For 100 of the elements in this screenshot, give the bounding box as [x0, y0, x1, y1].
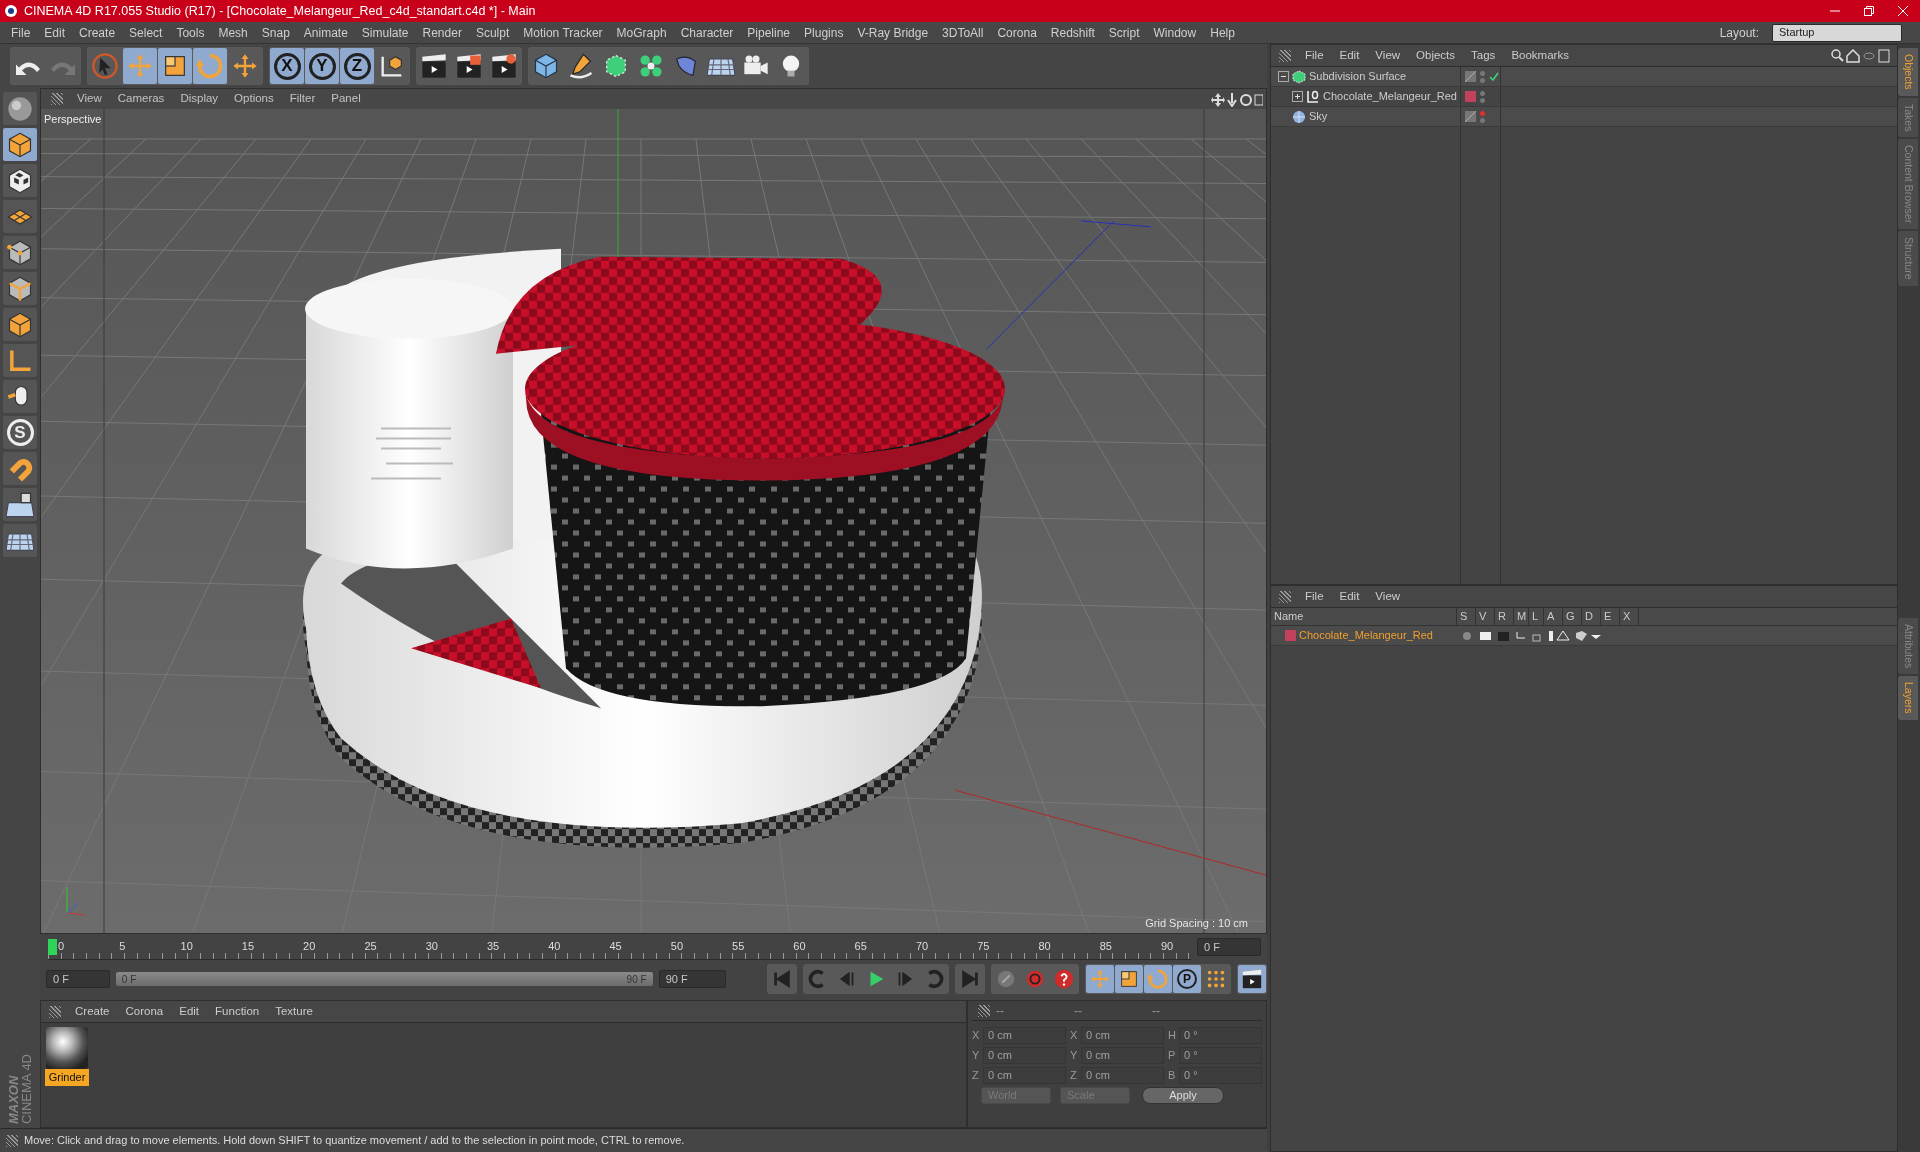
coordinate-field[interactable]: 0 °: [1179, 1067, 1262, 1084]
visibility-dots[interactable]: [1480, 110, 1485, 123]
menu-item[interactable]: Render: [415, 23, 469, 42]
viewport-menu-item[interactable]: Filter: [281, 90, 324, 108]
coordinate-field[interactable]: 0 cm: [983, 1067, 1066, 1084]
start-frame-field[interactable]: 0 F: [46, 970, 110, 988]
layer-menu-item[interactable]: File: [1297, 587, 1332, 606]
frame-ruler[interactable]: 0 5 10 15 20 25 30 35 40 45 50 55 60 65 70 75 80 85 90: [48, 938, 1191, 960]
layer-name[interactable]: Chocolate_Melangeur_Red: [1299, 627, 1433, 644]
lock-mode-button[interactable]: [3, 488, 37, 521]
view-navigation-icon[interactable]: [1211, 90, 1263, 108]
expand-toggle[interactable]: [1278, 71, 1289, 82]
menu-item[interactable]: Redshift: [1043, 23, 1102, 42]
scale-button[interactable]: [1115, 965, 1143, 993]
viewport-menu-item[interactable]: Cameras: [109, 90, 173, 108]
skip-end-icon: [959, 968, 981, 990]
axis-lock-button[interactable]: X: [270, 48, 304, 84]
menu-item[interactable]: Snap: [254, 23, 297, 42]
coordinate-field[interactable]: 0 cm: [1081, 1047, 1164, 1064]
tweak-mode-button[interactable]: [3, 380, 37, 413]
layer-menu-item[interactable]: View: [1367, 587, 1409, 606]
frame-range-slider[interactable]: 0 F 90 F: [115, 972, 653, 986]
visibility-dots[interactable]: [1480, 90, 1485, 103]
menu-item[interactable]: Mesh: [211, 23, 255, 42]
menu-item[interactable]: Character: [673, 23, 741, 42]
panel-grip[interactable]: [6, 1134, 18, 1147]
axis-lock-button[interactable]: Z: [340, 48, 374, 84]
menu-item[interactable]: Window: [1146, 23, 1204, 42]
viewport-menu-item[interactable]: Options: [226, 90, 282, 108]
menu-item[interactable]: Script: [1101, 23, 1147, 42]
visibility-dots[interactable]: [1480, 70, 1485, 83]
menu-item[interactable]: Corona: [990, 23, 1044, 42]
coordinate-field[interactable]: 0 cm: [1081, 1027, 1164, 1044]
panel-grip[interactable]: [978, 1004, 990, 1017]
menu-item[interactable]: Select: [122, 23, 170, 42]
panel-grip[interactable]: [49, 1005, 61, 1018]
material-menu-item[interactable]: Function: [207, 1002, 268, 1021]
viewport-menu-item[interactable]: Panel: [323, 90, 369, 108]
coordinate-field[interactable]: 0 cm: [1081, 1067, 1164, 1084]
menu-item[interactable]: Motion Tracker: [516, 23, 610, 42]
menu-item[interactable]: V-Ray Bridge: [850, 23, 936, 42]
coordinate-field[interactable]: 0 °: [1179, 1047, 1262, 1064]
edges-mode-button[interactable]: [3, 272, 37, 305]
sphere-mode-button[interactable]: [3, 92, 37, 125]
model-mode-button[interactable]: [3, 128, 37, 161]
side-tab[interactable]: Objects: [1898, 48, 1918, 96]
object-menu-item[interactable]: Objects: [1408, 46, 1464, 65]
param-button[interactable]: P: [1173, 965, 1201, 993]
points-mode-button[interactable]: [3, 236, 37, 269]
material-menu-item[interactable]: Texture: [267, 1002, 321, 1021]
polygons-mode-button[interactable]: [3, 308, 37, 341]
current-frame-field[interactable]: 0 F: [1197, 938, 1261, 956]
side-tab[interactable]: Layers: [1898, 676, 1918, 720]
menu-item[interactable]: Create: [72, 23, 123, 42]
menu-item[interactable]: 3DToAll: [935, 23, 991, 42]
coordinate-field[interactable]: 0 cm: [983, 1047, 1066, 1064]
texture-mode-button[interactable]: [3, 164, 37, 197]
magnet-mode-button[interactable]: [3, 452, 37, 485]
menu-item[interactable]: Tools: [169, 23, 212, 42]
object-menu-item[interactable]: Edit: [1331, 46, 1368, 65]
apply-button[interactable]: Apply: [1142, 1087, 1224, 1104]
scale-button[interactable]: [158, 48, 192, 84]
film-button[interactable]: [1238, 965, 1266, 993]
menu-item[interactable]: Edit: [37, 23, 73, 42]
material-menu-item[interactable]: Corona: [117, 1002, 172, 1021]
object-menu-item[interactable]: Bookmarks: [1503, 46, 1577, 65]
menu-item[interactable]: Help: [1203, 23, 1242, 42]
layer-menu-item[interactable]: Edit: [1331, 587, 1368, 606]
object-menu-item[interactable]: View: [1367, 46, 1409, 65]
coordinate-field[interactable]: 0 °: [1179, 1027, 1262, 1044]
menu-item[interactable]: Sculpt: [468, 23, 517, 42]
layout-dropdown[interactable]: Startup: [1772, 23, 1902, 42]
viewport-menu-item[interactable]: Display: [172, 90, 227, 108]
grid-mode-button[interactable]: [3, 524, 37, 557]
panel-grip[interactable]: [1279, 590, 1291, 603]
material-menu-item[interactable]: Edit: [171, 1002, 208, 1021]
manager-tools-icon[interactable]: [1831, 46, 1891, 65]
object-menu-item[interactable]: Tags: [1463, 46, 1504, 65]
object-name[interactable]: Sky: [1309, 108, 1328, 125]
object-name[interactable]: Subdivision Surface: [1309, 68, 1407, 85]
object-menu-item[interactable]: File: [1297, 46, 1332, 65]
enabled-check-icon[interactable]: [1489, 72, 1499, 81]
snap-mode-button[interactable]: S: [3, 416, 37, 449]
menu-item[interactable]: Animate: [296, 23, 355, 42]
coordinate-field[interactable]: 0 cm: [983, 1027, 1066, 1044]
workplane-mode-button[interactable]: [3, 200, 37, 233]
menu-item[interactable]: File: [4, 23, 38, 42]
menu-item[interactable]: Plugins: [797, 23, 851, 42]
panel-grip[interactable]: [1279, 49, 1291, 62]
menu-item[interactable]: MoGraph: [609, 23, 674, 42]
axis-lock-button[interactable]: Y: [305, 48, 339, 84]
menu-item[interactable]: Pipeline: [740, 23, 798, 42]
object-name[interactable]: Chocolate_Melangeur_Red: [1323, 88, 1457, 105]
end-frame-field[interactable]: 90 F: [658, 970, 727, 988]
axis-l-mode-button[interactable]: [3, 344, 37, 377]
panel-grip[interactable]: [51, 93, 63, 105]
expand-toggle[interactable]: [1292, 91, 1303, 102]
material-menu-item[interactable]: Create: [67, 1002, 118, 1021]
menu-item[interactable]: Simulate: [354, 23, 416, 42]
viewport-menu-item[interactable]: View: [69, 90, 110, 108]
